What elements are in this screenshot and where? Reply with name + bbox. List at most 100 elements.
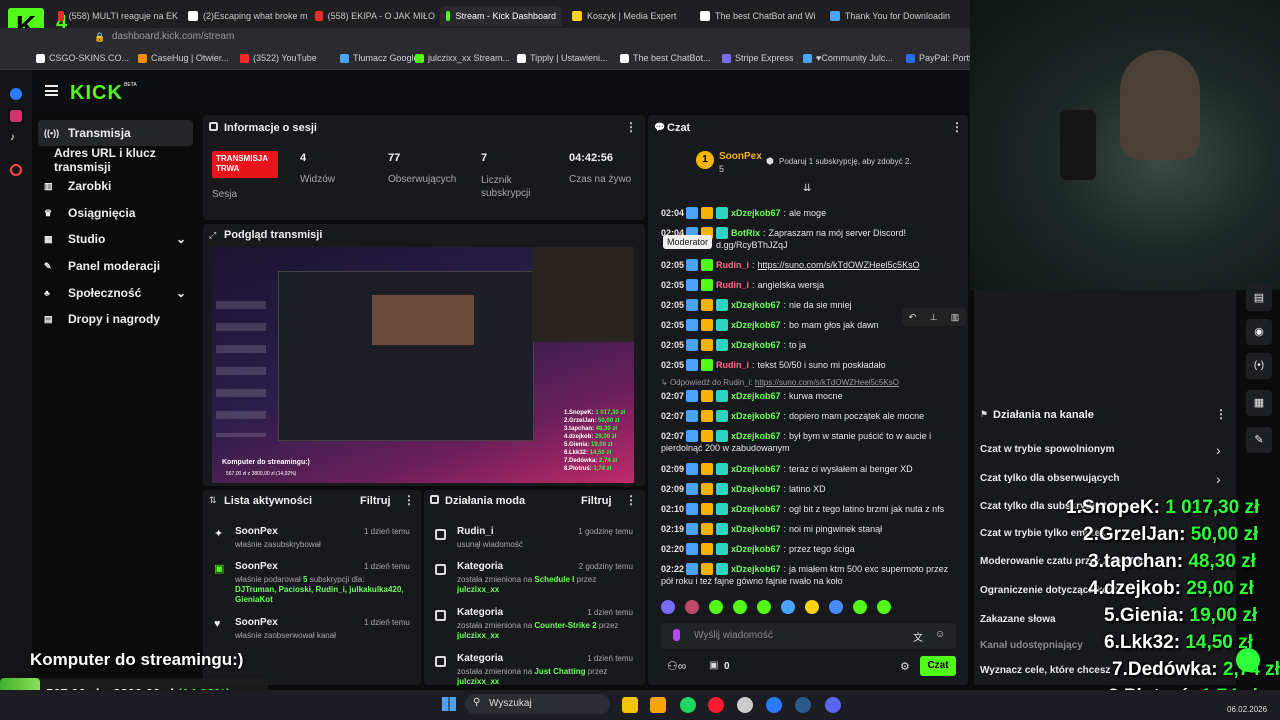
chat-username[interactable]: xDzejkob67 xyxy=(731,208,781,218)
bookmark[interactable]: The best ChatBot... xyxy=(620,53,711,63)
chat-message[interactable]: 02:05 Rudin_i: angielska wersja xyxy=(661,279,824,291)
chat-input[interactable]: Wyślij wiadomość 文 ☺ xyxy=(661,623,956,649)
chat-message[interactable]: 02:07 xDzejkob67: był bym w stanie puścić … xyxy=(661,430,931,442)
browser-tab[interactable]: Koszyk | Media Expert xyxy=(572,6,692,26)
emote-icon[interactable] xyxy=(781,600,795,614)
nav-item[interactable]: ▥ Zarobki xyxy=(38,173,193,199)
chevron-right-icon[interactable]: › xyxy=(1216,471,1221,487)
mic-icon[interactable] xyxy=(673,629,680,641)
channel-action-item[interactable]: Czat tylko dla obserwujących xyxy=(980,473,1120,484)
chat-username[interactable]: xDzejkob67 xyxy=(731,504,781,514)
bookmark[interactable]: Tipply | Ustawieni... xyxy=(517,53,608,63)
chat-username[interactable]: Rudin_i xyxy=(716,260,749,270)
emoji-icon[interactable]: ☺ xyxy=(935,629,945,640)
edge-icon[interactable] xyxy=(766,697,782,713)
delete-icon[interactable]: ▥ xyxy=(951,312,960,323)
hamburger-menu-icon[interactable] xyxy=(45,85,58,96)
messenger-icon[interactable] xyxy=(10,88,22,100)
chat-message[interactable]: 02:05 xDzejkob67: bo mam głos jak dawn xyxy=(661,319,879,331)
chat-message[interactable]: 02:05 Rudin_i: https://suno.com/s/kTdOWZHe… xyxy=(661,259,920,271)
wrench-tool-icon[interactable]: ✎ xyxy=(1246,427,1272,453)
emote-icon[interactable] xyxy=(661,600,675,614)
chat-username[interactable]: xDzejkob67 xyxy=(731,340,781,350)
translate-icon[interactable]: 文 xyxy=(913,629,923,644)
emote-icon[interactable] xyxy=(829,600,843,614)
chat-username[interactable]: BotRix xyxy=(731,228,760,238)
chat-username[interactable]: Rudin_i xyxy=(716,360,749,370)
taskbar-search[interactable]: ⚲ Wyszukaj xyxy=(465,694,610,714)
mod-action-title[interactable]: Kategoria xyxy=(457,561,503,572)
file-explorer-icon[interactable] xyxy=(622,697,638,713)
chat-menu-button[interactable]: ⋮ xyxy=(951,120,963,134)
bookmark[interactable]: ♥Community Julc... xyxy=(803,53,893,63)
emote-icon[interactable] xyxy=(757,600,771,614)
pin-icon[interactable]: ⊥ xyxy=(930,312,938,323)
stream-preview-video[interactable]: Komputer do streamingu:) 567,00 zł z 380… xyxy=(212,247,634,483)
chat-username[interactable]: xDzejkob67 xyxy=(731,484,781,494)
mod-action-title[interactable]: Rudin_i xyxy=(457,526,494,537)
bookmark[interactable]: Tłumacz Google xyxy=(340,53,419,63)
chat-username[interactable]: xDzejkob67 xyxy=(731,431,781,441)
instagram-icon[interactable] xyxy=(10,110,22,122)
bookmark[interactable]: CSGO-SKINS.CO... xyxy=(36,53,129,63)
activity-filter-button[interactable]: Filtruj xyxy=(360,495,391,507)
obs-icon[interactable] xyxy=(737,697,753,713)
bookmark[interactable]: julczixx_xx Stream... xyxy=(415,53,510,63)
chat-message[interactable]: 02:09 xDzejkob67: latino XD xyxy=(661,483,826,495)
emote-icon[interactable] xyxy=(805,600,819,614)
emote-icon[interactable] xyxy=(685,600,699,614)
discord-icon[interactable] xyxy=(825,697,841,713)
chat-send-button[interactable]: Czat xyxy=(920,656,956,676)
bookmark[interactable]: Stripe Express xyxy=(722,53,794,63)
mod-actions-menu-button[interactable]: ⋮ xyxy=(625,493,637,507)
chevron-down-icon[interactable]: ⌄ xyxy=(176,232,186,246)
activity-user[interactable]: SoonPex xyxy=(235,617,278,628)
browser-tab[interactable]: (2)Escaping what broke m xyxy=(188,6,308,26)
chat-message[interactable]: 02:10 xDzejkob67: ogl bit z tego latino br… xyxy=(661,503,944,515)
chat-username[interactable]: xDzejkob67 xyxy=(731,524,781,534)
session-info-menu-button[interactable]: ⋮ xyxy=(625,120,637,134)
notes-icon[interactable]: ▤ xyxy=(1246,285,1272,311)
gift-box-icon[interactable]: ▣ xyxy=(709,660,718,671)
chat-message[interactable]: 02:19 xDzejkob67: noi mi pingwinek stanął xyxy=(661,523,882,535)
mod-actions-filter-button[interactable]: Filtruj xyxy=(581,495,612,507)
infinity-icon[interactable]: ⚇∞ xyxy=(667,659,686,673)
chat-message[interactable]: 02:05 Rudin_i: tekst 50/50 i suno mi poskł… xyxy=(661,359,886,371)
browser-tab[interactable]: The best ChatBot and Wi xyxy=(700,6,820,26)
channel-actions-menu-button[interactable]: ⋮ xyxy=(1215,407,1227,421)
reply-icon[interactable]: ↶ xyxy=(909,312,917,323)
chat-message[interactable]: 02:05 xDzejkob67: nie da sie mniej xyxy=(661,299,852,311)
browser-tab[interactable]: Stream - Kick Dashboard xyxy=(440,6,562,26)
chat-message[interactable]: 02:20 xDzejkob67: przez tego ściga xyxy=(661,543,855,555)
chat-username[interactable]: xDzejkob67 xyxy=(731,300,781,310)
activity-user[interactable]: SoonPex xyxy=(235,561,278,572)
chat-bubble-icon[interactable]: ◉ xyxy=(1246,319,1272,345)
chat-settings-icon[interactable]: ⚙ xyxy=(900,660,910,673)
bookmark[interactable]: CaseHug | Otwier... xyxy=(138,53,229,63)
emote-icon[interactable] xyxy=(853,600,867,614)
chat-username[interactable]: xDzejkob67 xyxy=(731,320,781,330)
mod-action-title[interactable]: Kategoria xyxy=(457,653,503,664)
nav-item[interactable]: ♛ Osiągnięcia xyxy=(38,200,193,226)
spotify-icon[interactable] xyxy=(680,697,696,713)
channel-action-item[interactable]: Zakazane słowa xyxy=(980,614,1056,625)
chevron-right-icon[interactable]: › xyxy=(1216,442,1221,458)
chat-message[interactable]: 02:07 xDzejkob67: dopiero mam początek ale… xyxy=(661,410,924,422)
layout-icon[interactable]: ▦ xyxy=(1246,390,1272,416)
chat-username[interactable]: xDzejkob67 xyxy=(731,564,781,574)
nav-item[interactable]: ((•)) Transmisja xyxy=(38,120,193,146)
pinned-user[interactable]: SoonPex xyxy=(719,151,762,162)
emote-icon[interactable] xyxy=(733,600,747,614)
nav-item[interactable]: Adres URL i klucz transmisji xyxy=(38,146,203,174)
nav-item[interactable]: ▤ Dropy i nagrody xyxy=(38,306,193,332)
bookmark[interactable]: (3522) YouTube xyxy=(240,53,317,63)
chat-message[interactable]: 02:05 xDzejkob67: to ja xyxy=(661,339,806,351)
emote-icon[interactable] xyxy=(877,600,891,614)
channel-action-item[interactable]: Czat w trybie spowolnionym xyxy=(980,444,1114,455)
mod-action-title[interactable]: Kategoria xyxy=(457,607,503,618)
channel-action-item[interactable]: Kanał udostępniający xyxy=(980,640,1083,651)
nav-item[interactable]: ✎ Panel moderacji xyxy=(38,253,193,279)
url-text[interactable]: dashboard.kick.com/stream xyxy=(112,31,234,42)
opera-icon[interactable] xyxy=(708,697,724,713)
chat-message[interactable]: 02:07 xDzejkob67: kurwa mocne xyxy=(661,390,843,402)
